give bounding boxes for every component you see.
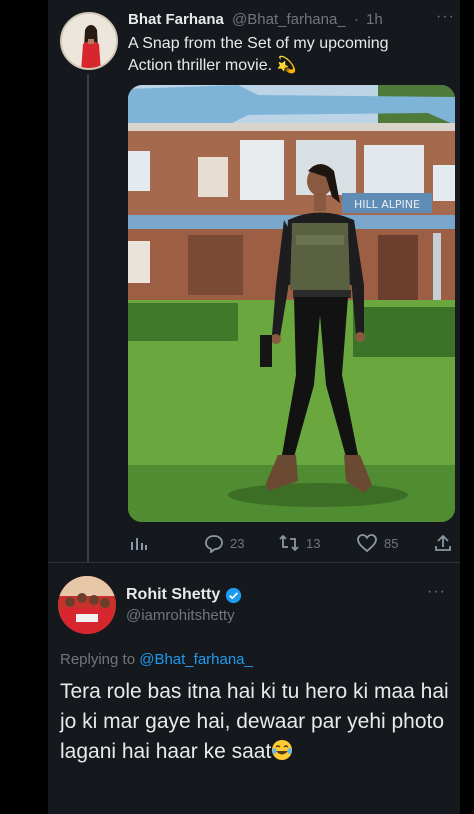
author-name[interactable]: Bhat Farhana [128,11,224,28]
retweet-count: 13 [306,535,321,551]
thread-connector-line [87,74,89,562]
reply-author-handle[interactable]: @iamrohitshetty [126,607,235,624]
share-button[interactable] [433,530,459,556]
replying-label: Replying to [60,651,136,668]
reply-more-options-icon[interactable]: ··· [427,583,446,601]
reply-header: Rohit Shetty [126,586,242,604]
avatar-bhat-farhana[interactable] [60,12,118,70]
reply-icon [205,535,223,553]
author-handle[interactable]: @Bhat_farhana_ [232,11,346,28]
reply-button[interactable]: 23 [204,530,244,556]
reply-count: 23 [230,535,245,551]
reply-body: Tera role bas itna hai ki tu hero ki maa… [60,680,449,763]
analytics-button[interactable] [128,530,154,556]
building-sign: HILL ALPINE [354,198,420,211]
tears-of-joy-emoji [272,740,293,760]
more-options-icon[interactable]: ··· [436,8,455,26]
verified-badge-icon [226,587,242,603]
replying-to-mention[interactable]: @Bhat_farhana_ [139,651,253,668]
like-count: 85 [384,535,399,551]
replying-to-line: Replying to @Bhat_farhana_ [60,651,253,668]
reply-text: Tera role bas itna hai ki tu hero ki maa… [60,677,455,767]
tweet-time[interactable]: 1h [366,11,383,28]
tweet-text: A Snap from the Set of my upcoming Actio… [128,33,428,77]
share-icon [435,534,451,551]
separator-dot: · [353,11,359,28]
analytics-icon [131,538,147,550]
like-button[interactable]: 85 [356,530,398,556]
like-icon [357,534,377,553]
retweet-button[interactable]: 13 [278,530,320,556]
retweet-icon [279,534,299,552]
tweet-media-image[interactable]: HILL ALPINE [128,85,455,522]
tweet-body: A Snap from the Set of my upcoming Actio… [128,35,389,74]
screen: Bhat Farhana @Bhat_farhana_ · 1h ··· A S… [0,0,474,814]
tweet-divider [48,562,460,563]
reply-author-name[interactable]: Rohit Shetty [126,586,220,604]
dizzy-emoji: 💫 [276,57,297,74]
tweet-header: Bhat Farhana @Bhat_farhana_ · 1h [128,11,383,28]
tweet-actions-bar: 23 13 85 [128,530,455,556]
avatar-rohit-shetty[interactable] [58,576,116,634]
